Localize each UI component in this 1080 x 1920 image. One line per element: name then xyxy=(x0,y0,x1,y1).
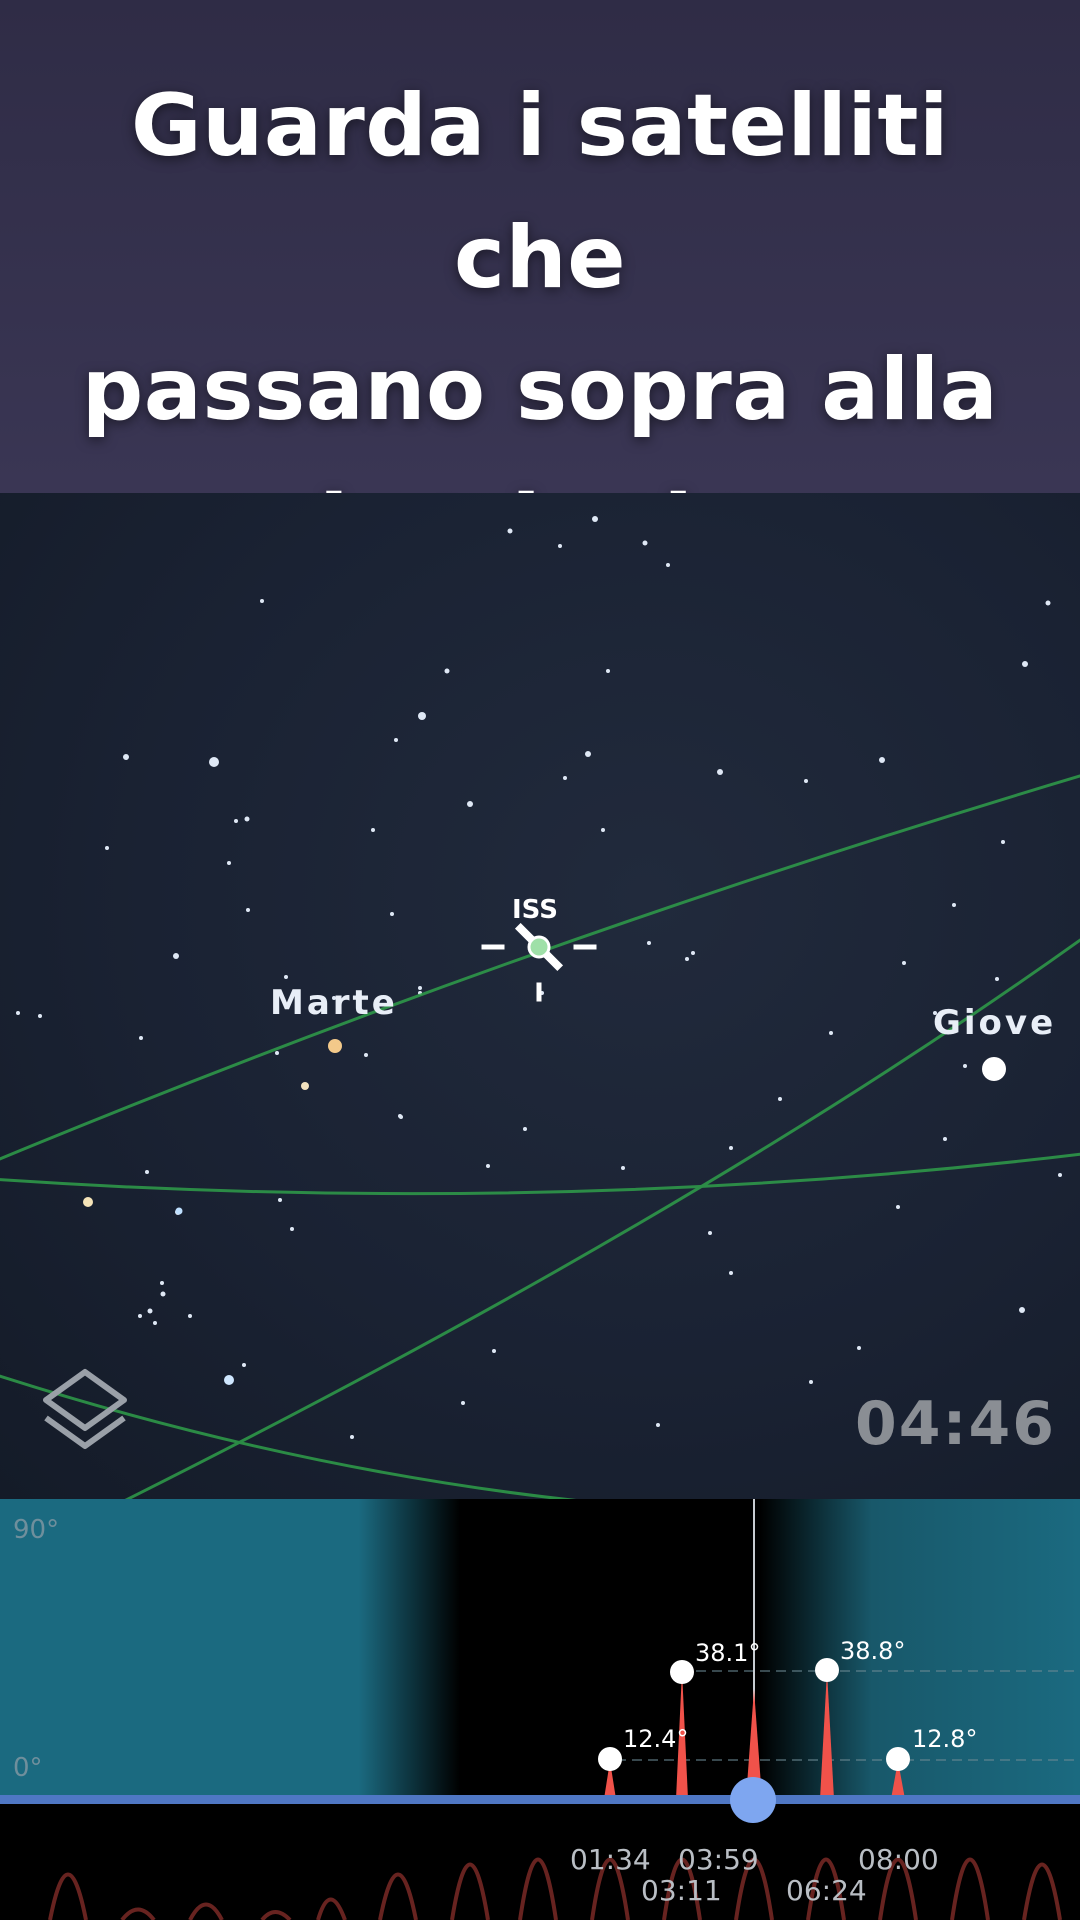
pass-timeline[interactable]: 90° 0° 12.4° 38.1° 38.8° 12.8° 01:34 03:… xyxy=(0,1499,1080,1920)
promo-header: Guarda i satelliti che passano sopra all… xyxy=(0,0,1080,572)
sky-view[interactable]: Marte Giove ISS 04:46 xyxy=(0,493,1080,1499)
pass-marker-5 xyxy=(886,1747,910,1771)
pass-marker-1 xyxy=(598,1747,622,1771)
mars-marker[interactable] xyxy=(325,1036,345,1056)
pass-marker-4 xyxy=(815,1658,839,1682)
pass-altitude-1: 12.4° xyxy=(623,1725,689,1753)
satellite-icon[interactable] xyxy=(478,923,600,1005)
jupiter-marker[interactable] xyxy=(979,1054,1009,1084)
layers-icon[interactable] xyxy=(38,1366,132,1456)
current-time[interactable]: 04:46 xyxy=(855,1389,1056,1459)
pass-time-2[interactable]: 03:11 xyxy=(641,1874,722,1907)
pass-marker-2 xyxy=(670,1660,694,1684)
headline-line-2: passano sopra alla xyxy=(81,340,999,440)
time-scrubber-handle[interactable] xyxy=(730,1777,776,1823)
pass-altitude-2: 38.1° xyxy=(695,1639,761,1667)
daylight-band-right xyxy=(760,1499,1080,1799)
iss-label[interactable]: ISS xyxy=(512,895,558,925)
headline-line-1: Guarda i satelliti che xyxy=(131,76,949,308)
pass-altitude-4: 38.8° xyxy=(840,1637,906,1665)
jupiter-label[interactable]: Giove xyxy=(933,1003,1056,1043)
pass-altitude-5: 12.8° xyxy=(912,1725,978,1753)
pass-time-1[interactable]: 01:34 xyxy=(570,1843,651,1876)
axis-min-label: 0° xyxy=(13,1753,43,1783)
daylight-band-left xyxy=(0,1499,460,1799)
timeline-track xyxy=(0,1795,1080,1804)
pass-time-3[interactable]: 03:59 xyxy=(678,1843,759,1876)
axis-max-label: 90° xyxy=(13,1515,60,1545)
pass-time-4[interactable]: 06:24 xyxy=(786,1874,867,1907)
pass-time-5[interactable]: 08:00 xyxy=(858,1843,939,1876)
mars-label[interactable]: Marte xyxy=(270,983,398,1023)
